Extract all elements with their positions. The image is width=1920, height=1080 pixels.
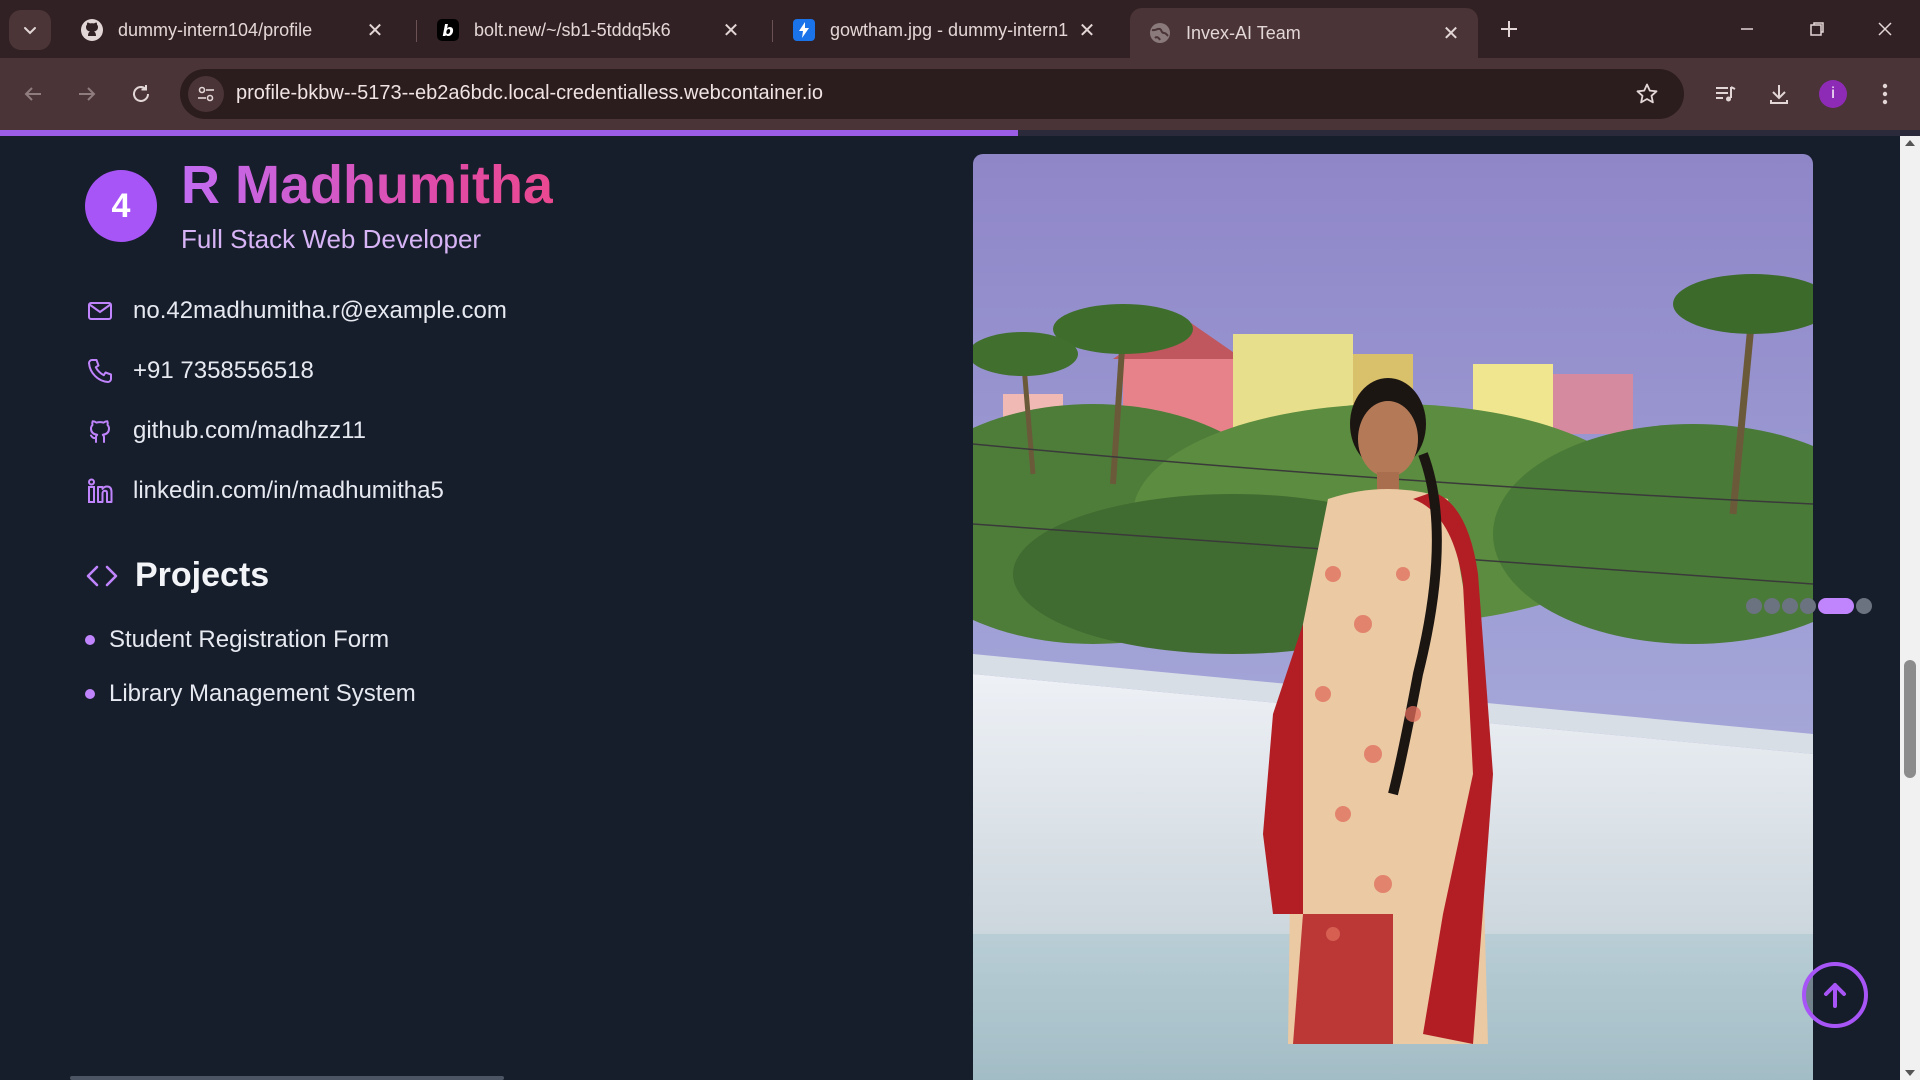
minimize-button[interactable] (1712, 0, 1782, 58)
download-icon[interactable] (1760, 75, 1798, 113)
carousel-dot[interactable] (1746, 598, 1762, 614)
project-item: Library Management System (85, 680, 416, 708)
browser-toolbar: profile-bkbw--5173--eb2a6bdc.local-crede… (0, 58, 1920, 130)
arrow-up-icon (1824, 983, 1846, 1008)
contact-email-text[interactable]: no.42madhumitha.r@example.com (133, 297, 507, 325)
close-icon[interactable]: ✕ (1074, 17, 1100, 43)
globe-icon (1148, 21, 1172, 45)
github-icon (80, 18, 104, 42)
tab-title: gowtham.jpg - dummy-intern1 (830, 19, 1069, 40)
linkedin-icon (85, 476, 115, 506)
close-window-button[interactable] (1850, 0, 1920, 58)
arrow-left-icon (24, 87, 41, 101)
address-bar[interactable]: profile-bkbw--5173--eb2a6bdc.local-crede… (180, 69, 1684, 119)
vertical-scrollbar[interactable] (1900, 136, 1920, 1080)
profile-name: R Madhumitha (181, 155, 553, 215)
tab-github-profile[interactable]: dummy-intern104/profile ✕ (62, 8, 402, 52)
reload-icon (133, 85, 149, 102)
more-vertical-icon (1882, 83, 1888, 105)
contact-phone-text[interactable]: +91 7358556518 (133, 357, 314, 385)
tab-bolt[interactable]: b bolt.new/~/sb1-5tddq5k6 ✕ (418, 8, 758, 52)
horizontal-scrollbar-thumb[interactable] (70, 1076, 504, 1080)
carousel-dot[interactable] (1782, 598, 1798, 614)
tab-strip: dummy-intern104/profile ✕ b bolt.new/~/s… (0, 0, 1920, 58)
restore-button[interactable] (1782, 0, 1852, 58)
bookmark-star-icon[interactable] (1634, 81, 1660, 107)
close-icon[interactable]: ✕ (718, 17, 744, 43)
chevron-down-icon (24, 27, 36, 35)
code-icon (85, 559, 119, 593)
rank-badge: 4 (85, 170, 157, 242)
plus-icon (1501, 21, 1517, 37)
project-title: Student Registration Form (109, 626, 390, 653)
project-title: Library Management System (109, 680, 416, 707)
github-icon (85, 416, 115, 446)
new-tab-button[interactable] (1492, 12, 1526, 46)
svg-text:b: b (442, 21, 453, 40)
arrow-right-icon (79, 87, 96, 101)
contact-phone[interactable]: +91 7358556518 (85, 356, 314, 386)
tab-title: Invex-AI Team (1186, 22, 1301, 43)
avatar: i (1819, 80, 1847, 108)
mail-icon (85, 296, 115, 326)
profile-photo (973, 154, 1813, 1080)
contact-github[interactable]: github.com/madhzz11 (85, 416, 366, 446)
close-icon (1878, 22, 1892, 36)
profile-page: 4 R Madhumitha Full Stack Web Developer … (0, 136, 1900, 1080)
contact-linkedin-text[interactable]: linkedin.com/in/madhumitha5 (133, 477, 444, 505)
tab-title: dummy-intern104/profile (118, 19, 313, 40)
tab-search-button[interactable] (9, 10, 51, 50)
profile-role: Full Stack Web Developer (181, 224, 482, 254)
carousel-dot[interactable] (1764, 598, 1780, 614)
forward-button[interactable] (68, 75, 106, 113)
lightning-icon (792, 18, 816, 42)
contact-linkedin[interactable]: linkedin.com/in/madhumitha5 (85, 476, 444, 506)
scroll-up-arrow-icon[interactable] (1905, 140, 1915, 146)
carousel-dot-active[interactable] (1818, 598, 1854, 614)
reload-button[interactable] (122, 75, 160, 113)
scrollbar-thumb[interactable] (1904, 660, 1916, 778)
carousel-indicators (1746, 598, 1874, 614)
tab-invex-team[interactable]: Invex-AI Team ✕ (1130, 8, 1478, 58)
restore-icon (1810, 22, 1824, 36)
carousel-dot[interactable] (1856, 598, 1872, 614)
site-settings-icon[interactable] (188, 76, 224, 112)
project-item: Student Registration Form (85, 626, 389, 654)
minimize-icon (1741, 28, 1753, 30)
url-text[interactable]: profile-bkbw--5173--eb2a6bdc.local-crede… (236, 82, 823, 105)
close-icon[interactable]: ✕ (1438, 20, 1464, 46)
scroll-to-top-button[interactable] (1802, 962, 1868, 1028)
back-button[interactable] (14, 75, 52, 113)
close-icon[interactable]: ✕ (362, 17, 388, 43)
tab-title: bolt.new/~/sb1-5tddq5k6 (474, 19, 671, 40)
phone-icon (85, 356, 115, 386)
scroll-down-arrow-icon[interactable] (1905, 1070, 1915, 1076)
media-control-icon[interactable] (1706, 75, 1744, 113)
bullet-icon (85, 689, 95, 699)
contact-email[interactable]: no.42madhumitha.r@example.com (85, 296, 507, 326)
projects-heading-text: Projects (135, 556, 270, 594)
tab-divider (416, 20, 417, 42)
contact-github-text[interactable]: github.com/madhzz11 (133, 417, 366, 445)
bullet-icon (85, 635, 95, 645)
profile-button[interactable]: i (1814, 75, 1852, 113)
carousel-dot[interactable] (1800, 598, 1816, 614)
tab-image-file[interactable]: gowtham.jpg - dummy-intern1 ✕ (774, 8, 1114, 52)
projects-heading: Projects (85, 556, 269, 595)
tab-divider (772, 20, 773, 42)
bolt-icon: b (436, 18, 460, 42)
menu-button[interactable] (1866, 75, 1904, 113)
